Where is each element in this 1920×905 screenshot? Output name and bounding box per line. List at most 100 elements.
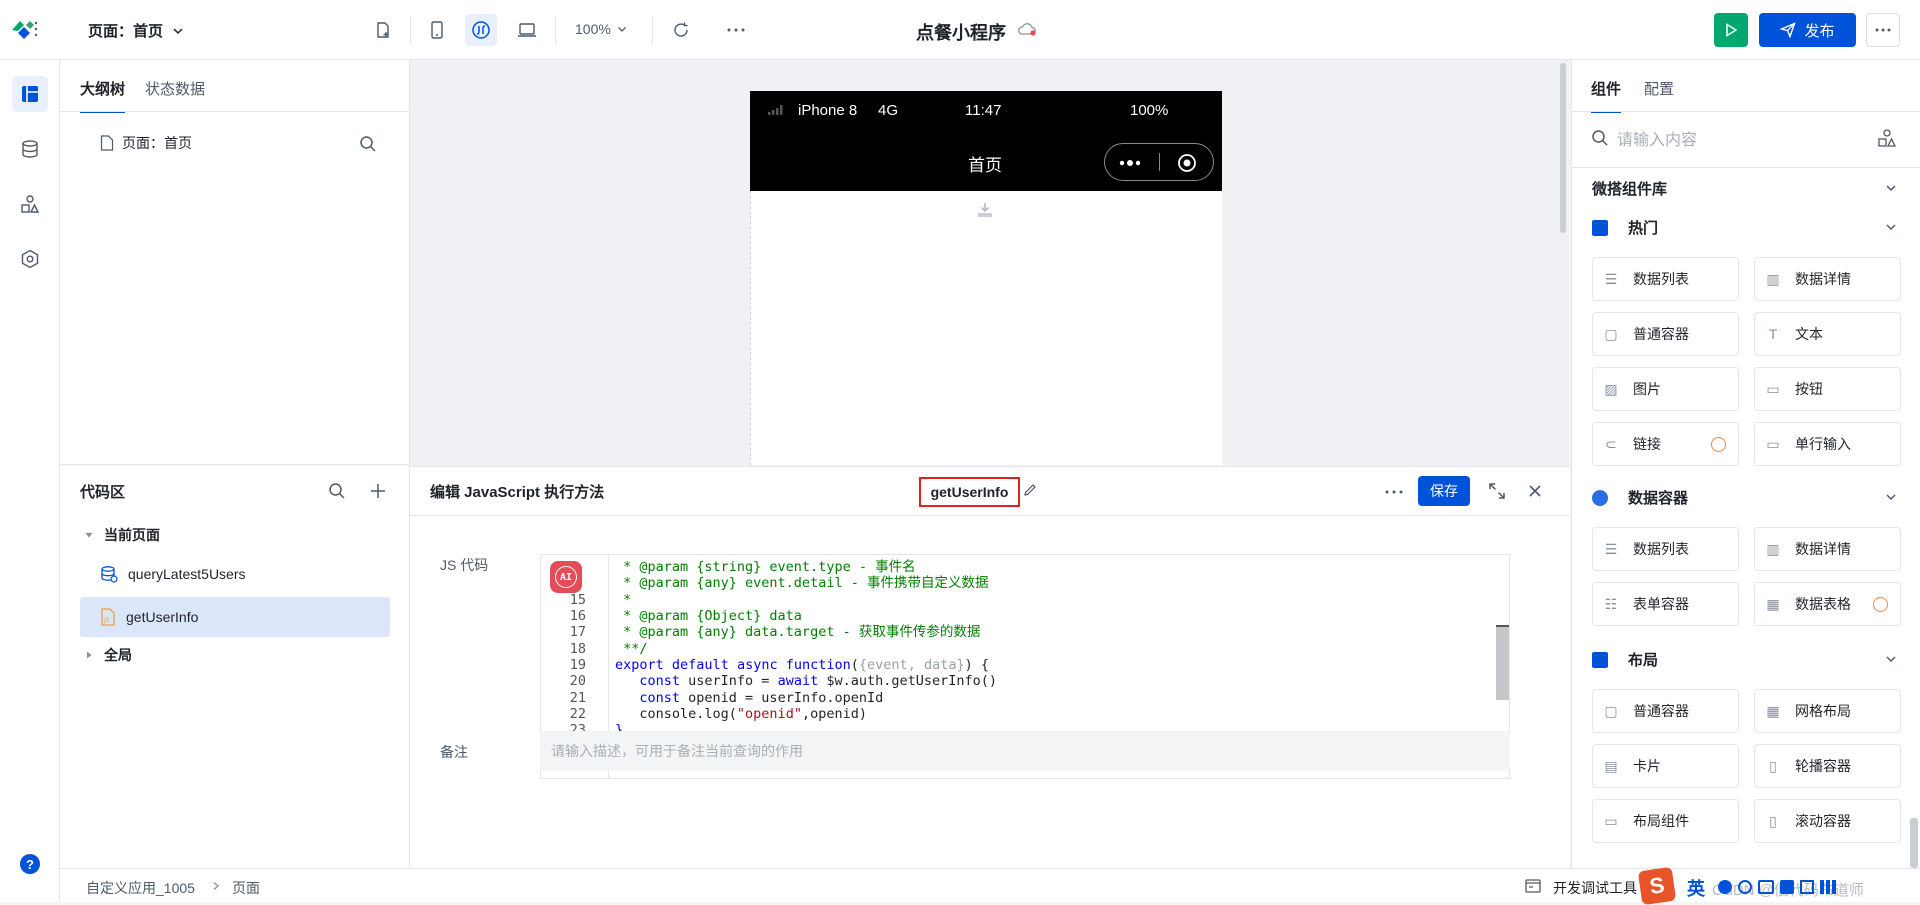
panel-scrollbar[interactable] <box>1910 818 1918 868</box>
miniprogram-view-icon[interactable] <box>465 14 497 46</box>
component-card[interactable]: T 文本 <box>1754 312 1901 356</box>
component-card[interactable]: ⊂ 链接 <box>1592 422 1739 466</box>
zoom-value: 100% <box>575 21 611 37</box>
component-card[interactable]: ☰ 数据列表 <box>1592 527 1739 571</box>
chevron-down-icon[interactable] <box>1884 652 1898 666</box>
component-label: 普通容器 <box>1633 703 1689 719</box>
tab-outline-tree[interactable]: 大纲树 <box>80 78 125 99</box>
more-menu-button[interactable] <box>1866 13 1900 47</box>
database-icon[interactable] <box>12 131 48 167</box>
add-icon[interactable] <box>370 483 386 499</box>
top-bar: 页面：首页 100% 点餐小程序 发布 <box>0 0 1920 60</box>
component-card[interactable]: ▤ 卡片 <box>1592 744 1739 788</box>
ai-icon: AI <box>555 566 577 588</box>
library-title: 微搭组件库 <box>1592 181 1668 198</box>
devtools-icon <box>1525 879 1541 893</box>
settings-icon[interactable] <box>12 241 48 277</box>
component-card[interactable]: ▢ 普通容器 <box>1592 312 1739 356</box>
ai-assistant-button[interactable]: AI <box>550 561 582 593</box>
components-icon[interactable] <box>12 186 48 222</box>
global-group[interactable]: 全局 <box>84 645 132 665</box>
run-button[interactable] <box>1714 13 1748 47</box>
section-icon <box>1592 489 1608 506</box>
page-tree-item[interactable]: 页面：首页 <box>100 133 192 153</box>
component-card[interactable]: ▭ 布局组件 <box>1592 799 1739 843</box>
component-card[interactable]: ▭ 按钮 <box>1754 367 1901 411</box>
save-button[interactable]: 保存 <box>1418 476 1470 506</box>
section-header[interactable]: 热门 <box>1592 217 1658 238</box>
component-card[interactable]: ☰ 数据列表 <box>1592 257 1739 301</box>
close-icon[interactable] <box>1529 485 1541 497</box>
phone-preview: iPhone 8 4G 11:47 100% 首页 <box>750 91 1222 465</box>
tab-state-data[interactable]: 状态数据 <box>145 78 205 99</box>
ime-language[interactable]: 英 <box>1687 875 1705 901</box>
mobile-view-icon[interactable] <box>421 14 453 46</box>
section-header[interactable]: 数据容器 <box>1592 487 1688 508</box>
component-card[interactable]: ▢ 普通容器 <box>1592 689 1739 733</box>
component-card[interactable]: ▯ 滚动容器 <box>1754 799 1901 843</box>
skin-icon <box>1780 880 1794 894</box>
component-search-input[interactable]: 请输入内容 <box>1617 126 1847 152</box>
component-card[interactable]: ▦ 网格布局 <box>1754 689 1901 733</box>
tab-components[interactable]: 组件 <box>1591 78 1621 99</box>
refresh-icon[interactable] <box>665 14 697 46</box>
voice-icon <box>1738 880 1752 894</box>
outline-panel-icon[interactable] <box>12 76 48 112</box>
publish-label: 发布 <box>1804 22 1835 40</box>
maximize-icon[interactable] <box>1488 482 1506 500</box>
js-file-icon: JS <box>101 608 115 626</box>
page-select[interactable]: 页面：首页 <box>88 20 185 41</box>
component-label: 数据列表 <box>1633 271 1689 287</box>
tab-config[interactable]: 配置 <box>1644 78 1674 99</box>
component-icon: ▨ <box>1604 381 1618 397</box>
app-logo-icon[interactable] <box>10 17 38 43</box>
component-card[interactable]: ▭ 单行输入 <box>1754 422 1901 466</box>
edit-pencil-icon[interactable] <box>1023 483 1037 497</box>
toolbox-icon <box>1800 880 1814 894</box>
component-card[interactable]: ▨ 图片 <box>1592 367 1739 411</box>
component-label: 单行输入 <box>1795 436 1851 452</box>
current-page-group[interactable]: 当前页面 <box>84 525 160 545</box>
section-header[interactable]: 布局 <box>1592 649 1658 670</box>
ime-toolbar[interactable] <box>1718 880 1836 894</box>
breadcrumb-app[interactable]: 自定义应用_1005 <box>86 878 195 898</box>
canvas-scrollbar[interactable] <box>1560 63 1566 233</box>
note-input[interactable]: 请输入描述，可用于备注当前查询的作用 <box>540 731 1510 771</box>
desktop-view-icon[interactable] <box>511 14 543 46</box>
search-icon[interactable] <box>328 482 346 500</box>
breadcrumb-page[interactable]: 页面 <box>232 878 260 898</box>
search-icon[interactable] <box>359 135 377 153</box>
help-icon[interactable]: ? <box>20 854 40 874</box>
editor-title: 编辑 JavaScript 执行方法 <box>430 484 605 501</box>
component-library-icon[interactable] <box>1877 128 1897 148</box>
more-icon[interactable] <box>720 14 752 46</box>
component-icon: ☰ <box>1604 541 1618 557</box>
component-card[interactable]: ▥ 数据详情 <box>1754 257 1901 301</box>
component-card[interactable]: ☷ 表单容器 <box>1592 582 1739 626</box>
component-card[interactable]: ▦ 数据表格 <box>1754 582 1901 626</box>
devtools-button[interactable]: 开发调试工具 <box>1553 878 1637 898</box>
component-card[interactable]: ▯ 轮播容器 <box>1754 744 1901 788</box>
page-tree-label: 页面：首页 <box>122 135 192 151</box>
zoom-select[interactable]: 100% <box>575 21 628 37</box>
code-item-queryLatest5Users[interactable]: queryLatest5Users <box>100 565 246 583</box>
component-label: 数据列表 <box>1633 541 1689 557</box>
chevron-down-icon[interactable] <box>1884 181 1898 195</box>
component-card[interactable]: ▥ 数据详情 <box>1754 527 1901 571</box>
component-icon: ☰ <box>1604 271 1618 287</box>
phone-page-title: 首页 <box>968 156 1002 175</box>
component-icon: ⊂ <box>1605 436 1617 452</box>
component-label: 链接 <box>1633 436 1661 452</box>
code-minimap-scrollbar[interactable] <box>1496 625 1509 700</box>
chevron-down-icon[interactable] <box>1884 220 1898 234</box>
carrier-label: iPhone 8 <box>798 102 858 119</box>
more-icon[interactable] <box>1385 490 1403 494</box>
chevron-down-icon[interactable] <box>1884 490 1898 504</box>
code-item-label: getUserInfo <box>126 609 199 625</box>
caret-right-icon <box>87 651 92 659</box>
add-page-icon[interactable] <box>367 14 399 46</box>
publish-button[interactable]: 发布 <box>1759 13 1856 47</box>
capsule-button[interactable] <box>1104 143 1214 181</box>
method-name-box[interactable]: getUserInfo <box>919 477 1020 507</box>
code-item-getUserInfo[interactable]: JS getUserInfo <box>80 597 390 637</box>
